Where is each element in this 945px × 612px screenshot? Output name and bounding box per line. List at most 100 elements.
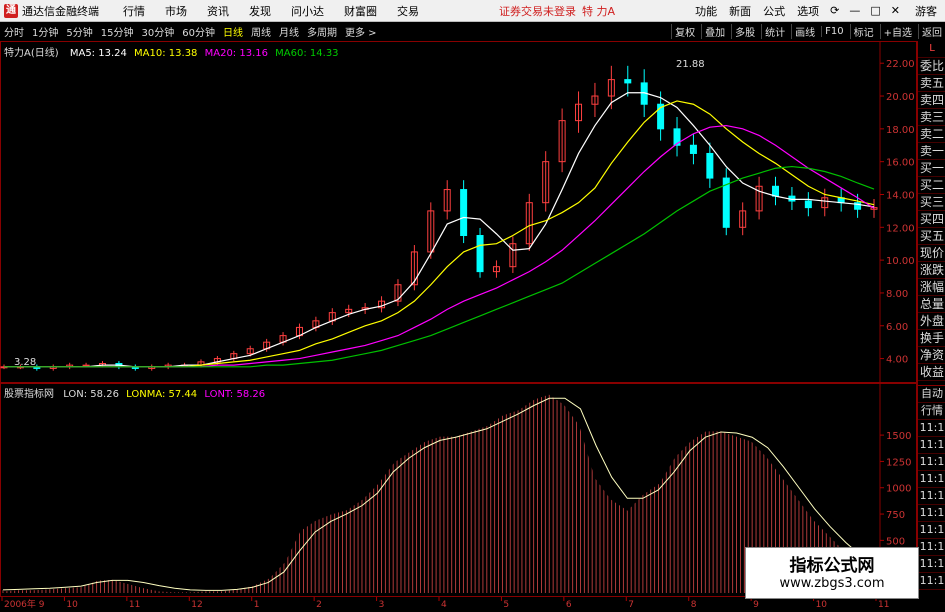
- side-item[interactable]: 涨幅: [918, 279, 945, 296]
- indicator-y-tick-label: 750: [886, 510, 905, 521]
- menu-news[interactable]: 资讯: [207, 3, 229, 19]
- btn-f10[interactable]: F10: [821, 25, 844, 37]
- side-item[interactable]: 委比: [918, 58, 945, 75]
- x-tick-label: 10: [816, 600, 828, 609]
- menu-quotes[interactable]: 行情: [123, 3, 145, 19]
- side-lower-item[interactable]: 11:1: [918, 437, 945, 454]
- candle-body: [804, 200, 812, 209]
- x-tick-label: 5: [503, 600, 509, 609]
- y-tick-label: 12.00: [886, 223, 915, 234]
- x-tick-label: 4: [441, 600, 447, 609]
- side-lower-item[interactable]: 11:1: [918, 522, 945, 539]
- legend-lon: LON: 58.26: [63, 389, 119, 400]
- y-tick-label: 14.00: [886, 190, 915, 201]
- btn-back[interactable]: 返回: [918, 23, 942, 39]
- side-item[interactable]: 卖二: [918, 126, 945, 143]
- side-lower-item[interactable]: 11:1: [918, 556, 945, 573]
- side-item[interactable]: 现价: [918, 245, 945, 262]
- high-price-label: 21.88: [676, 59, 705, 70]
- watermark: 指标公式网 www.zbgs3.com: [745, 547, 919, 599]
- menu-options[interactable]: 选项: [797, 3, 819, 19]
- ma5-line: [4, 92, 875, 368]
- maximize-icon[interactable]: □: [870, 4, 880, 17]
- watermark-title: 指标公式网: [789, 556, 875, 576]
- side-lower-item[interactable]: 11:1: [918, 573, 945, 590]
- stock-title: 特 力A: [582, 4, 616, 18]
- legend-ma60: MA60: 14.33: [275, 48, 339, 59]
- menu-discover[interactable]: 发现: [249, 3, 271, 19]
- side-lower-item[interactable]: 11:1: [918, 454, 945, 471]
- tf-intraday[interactable]: 分时: [4, 24, 24, 39]
- tf-1min[interactable]: 1分钟: [32, 24, 58, 39]
- side-lower-item[interactable]: 行情: [918, 403, 945, 420]
- tf-weekly[interactable]: 周线: [251, 24, 271, 39]
- x-tick-label: 10: [66, 600, 78, 609]
- menu-trade[interactable]: 交易: [397, 3, 419, 19]
- side-lower-item[interactable]: 11:1: [918, 505, 945, 522]
- side-item[interactable]: 换手: [918, 330, 945, 347]
- tf-60min[interactable]: 60分钟: [182, 24, 215, 39]
- menu-ask[interactable]: 问小达: [291, 3, 324, 19]
- side-lower-list: 自动 行情 11:1 11:1 11:1 11:1 11:1 11:1 11:1 11:1 11:1…: [918, 385, 945, 590]
- login-notice[interactable]: 证券交易未登录: [499, 3, 576, 19]
- btn-stats[interactable]: 统计: [761, 23, 785, 39]
- side-item[interactable]: 外盘: [918, 313, 945, 330]
- indicator-y-tick-label: 1250: [886, 457, 911, 468]
- tf-30min[interactable]: 30分钟: [141, 24, 174, 39]
- btn-draw[interactable]: 画线: [791, 23, 815, 39]
- menu-function[interactable]: 功能: [695, 3, 717, 19]
- legend-lont: LONT: 58.26: [204, 389, 266, 400]
- tf-multi[interactable]: 多周期: [307, 24, 337, 39]
- tf-monthly[interactable]: 月线: [279, 24, 299, 39]
- y-tick-label: 22.00: [886, 59, 915, 70]
- tf-15min[interactable]: 15分钟: [101, 24, 134, 39]
- refresh-icon[interactable]: ⟳: [830, 4, 839, 17]
- guest-user[interactable]: 游客: [915, 3, 937, 19]
- tf-5min[interactable]: 5分钟: [66, 24, 92, 39]
- minimize-icon[interactable]: —: [849, 4, 860, 17]
- menu-wealth[interactable]: 财富圈: [344, 3, 377, 19]
- candle-body: [772, 185, 780, 197]
- side-lower-item[interactable]: 11:1: [918, 471, 945, 488]
- side-lower-item[interactable]: 11:1: [918, 488, 945, 505]
- x-tick-label: 6: [566, 600, 572, 609]
- x-tick-label: 7: [628, 600, 634, 609]
- tf-more[interactable]: 更多 >: [345, 24, 377, 39]
- side-item[interactable]: 买三: [918, 194, 945, 211]
- legend-ma10: MA10: 13.38: [134, 48, 198, 59]
- side-item[interactable]: 涨跌: [918, 262, 945, 279]
- side-item[interactable]: 卖五: [918, 75, 945, 92]
- legend-ma20: MA20: 13.16: [204, 48, 268, 59]
- close-icon[interactable]: ✕: [891, 4, 900, 17]
- price-chart[interactable]: 4.00 6.00 8.00 10.00 12.00 14.00 16.00 18.00 20.…: [0, 41, 917, 383]
- side-item[interactable]: 买一: [918, 160, 945, 177]
- btn-add-favorite[interactable]: +自选: [879, 23, 912, 39]
- period-toolbar: 分时 1分钟 5分钟 15分钟 30分钟 60分钟 日线 周线 月线 多周期 更…: [0, 22, 945, 40]
- x-tick-label: 11: [129, 600, 140, 609]
- indicator-legend: 股票指标网 LON: 58.26 LONMA: 57.44 LONT: 58.2…: [4, 385, 265, 400]
- btn-multistock[interactable]: 多股: [731, 23, 755, 39]
- tf-daily[interactable]: 日线: [223, 24, 243, 39]
- x-tick-label: 3: [379, 600, 385, 609]
- side-lower-item[interactable]: 11:1: [918, 539, 945, 556]
- side-item[interactable]: 净资: [918, 347, 945, 364]
- menu-formula[interactable]: 公式: [763, 3, 785, 19]
- side-item[interactable]: 总量: [918, 296, 945, 313]
- indicator-y-tick-label: 1500: [886, 431, 911, 442]
- side-lower-item[interactable]: 11:1: [918, 420, 945, 437]
- menu-market[interactable]: 市场: [165, 3, 187, 19]
- legend-lonma: LONMA: 57.44: [126, 389, 198, 400]
- side-item[interactable]: 卖三: [918, 109, 945, 126]
- side-item[interactable]: 收益: [918, 364, 945, 381]
- side-item[interactable]: 买五: [918, 228, 945, 245]
- btn-mark[interactable]: 标记: [849, 23, 874, 39]
- menu-new-page[interactable]: 新面: [729, 3, 751, 19]
- side-item[interactable]: 卖四: [918, 92, 945, 109]
- btn-overlay[interactable]: 叠加: [701, 23, 725, 39]
- side-item[interactable]: 买四: [918, 211, 945, 228]
- side-lower-item[interactable]: 自动: [918, 386, 945, 403]
- btn-adjust[interactable]: 复权: [671, 23, 695, 39]
- side-item[interactable]: 买二: [918, 177, 945, 194]
- x-tick-label: 8: [691, 600, 697, 609]
- side-item[interactable]: 卖一: [918, 143, 945, 160]
